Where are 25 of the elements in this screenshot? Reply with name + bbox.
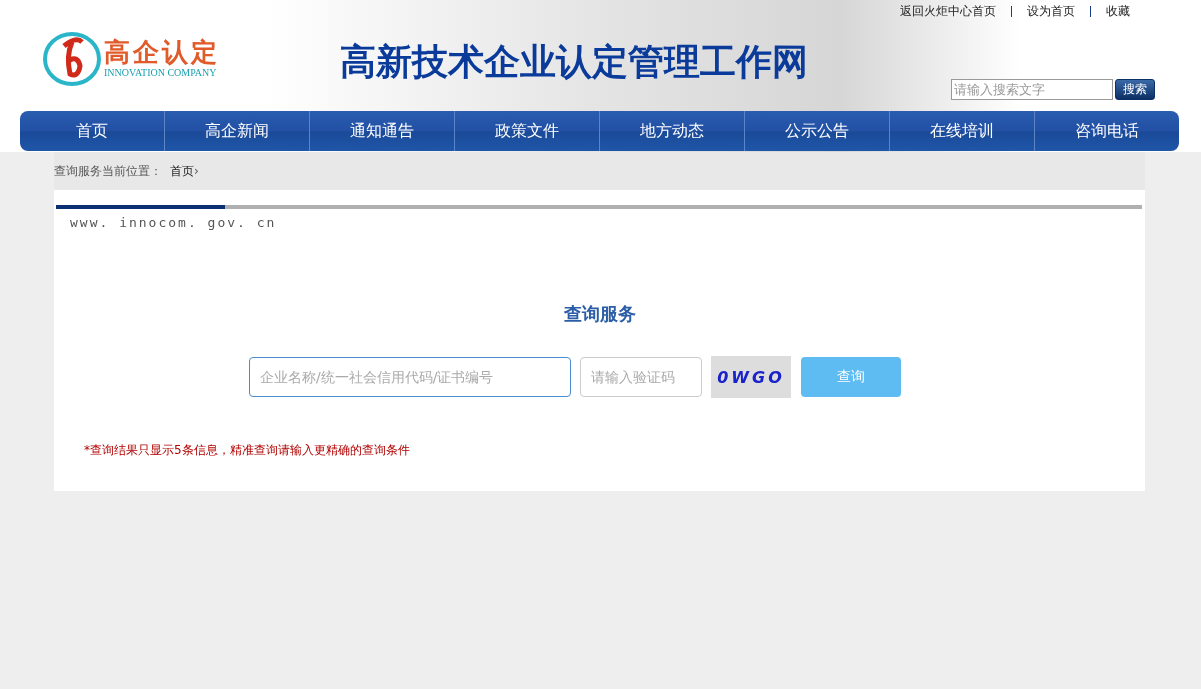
nav-item[interactable]: 地方动态 xyxy=(599,111,744,151)
nav-item[interactable]: 高企新闻 xyxy=(164,111,309,151)
breadcrumb-link[interactable]: 首页 xyxy=(170,162,194,180)
nav-item[interactable]: 通知通告 xyxy=(309,111,454,151)
logo-title: 高企认定 xyxy=(104,36,220,67)
breadcrumb-separator: › xyxy=(194,164,199,178)
nav-item[interactable]: 政策文件 xyxy=(454,111,599,151)
captcha-field[interactable]: 请输入验证码 xyxy=(580,357,702,397)
logo-subtitle: INNOVATION COMPANY xyxy=(104,66,218,78)
search-field[interactable]: 请输入搜索文字 xyxy=(951,79,1113,100)
nav-item[interactable]: 首页 xyxy=(20,111,164,151)
top-link[interactable]: 设为首页 xyxy=(1012,3,1090,20)
captcha-image[interactable]: 0WGO xyxy=(711,356,791,398)
site-url: www. innocom. gov. cn xyxy=(70,215,278,230)
search-button[interactable]: 搜索 xyxy=(1115,79,1155,100)
top-link[interactable]: 返回火炬中心首页 xyxy=(885,3,1011,20)
breadcrumb-label: 查询服务当前位置： xyxy=(54,162,162,180)
query-note: *查询结果只显示5条信息，精准查询请输入更精确的查询条件 xyxy=(84,442,411,459)
top-link[interactable]: 收藏 xyxy=(1091,3,1145,20)
nav-item[interactable]: 公示公告 xyxy=(744,111,889,151)
nav-item[interactable]: 在线培训 xyxy=(889,111,1034,151)
site-title: 高新技术企业认定管理工作网 xyxy=(340,39,808,82)
nav-item[interactable]: 咨询电话 xyxy=(1034,111,1179,151)
query-title: 查询服务 xyxy=(562,302,637,326)
company-search-field[interactable]: 企业名称/统一社会信用代码/证书编号 xyxy=(249,357,571,397)
